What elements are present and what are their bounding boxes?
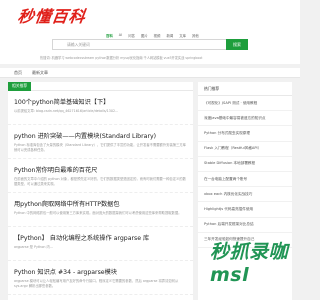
article-summary: Python 标准库包含了大量的模块（Standard Library），它们提…	[14, 143, 186, 152]
article-title[interactable]: 【Python】 自动化编程之系统操作 argparse 库	[14, 233, 187, 242]
sidebar-link[interactable]: Flask 入门教程（Restful风格API）	[198, 142, 292, 157]
search-bar: 请输入关键词 搜索	[52, 39, 248, 50]
search-tabs: 百科 AI 问答 图片 视频 新闻 文库 其他	[106, 33, 199, 38]
article-item[interactable]: python 进阶突破——内置模块(Standard Library) Pyth…	[8, 125, 193, 159]
watermark: 秒抓录咖msl	[210, 241, 289, 286]
article-item[interactable]: 【Python】 自动化编程之系统操作 argparse 库 argparse …	[8, 227, 193, 261]
sidebar-link[interactable]: 在一台电脑上配置两个账号	[198, 172, 292, 188]
sidebar-link[interactable]: 《可视化》JSAPI 测试 · 使用教程	[198, 96, 292, 112]
sidebar-link[interactable]: Python 后端开发框架对比总结	[198, 218, 292, 233]
sidebar-title: 热门推荐	[198, 82, 292, 96]
logo-text: 秒懂百科	[16, 7, 88, 26]
nav-item-latest[interactable]: 最新文章	[32, 70, 48, 76]
search-tab[interactable]: AI	[119, 33, 122, 38]
search-tab[interactable]: 问答	[128, 33, 135, 38]
sidebar-link[interactable]: 深度Java基础中最容易被遗忘的知识点	[198, 111, 292, 127]
main-nav: 首页 最新文章	[0, 68, 300, 78]
article-title[interactable]: 用python爬取网络中所有HTTP数据包	[14, 199, 187, 208]
section-header: 相关推荐	[8, 82, 193, 91]
sidebar-link[interactable]: HighlightJs 代码高亮插件使用	[198, 202, 292, 218]
hot-search-words[interactable]: 热搜词: 机器学习 webcodecsstream python数据分析 mys…	[40, 55, 270, 60]
article-title[interactable]: Python 知识点 #34 - argparse模块	[14, 267, 187, 276]
nav-item-home[interactable]: 首页	[14, 70, 22, 76]
article-item[interactable]: 100个python简单基础知识【下】 以前提给文章: blog.csdn.ne…	[8, 91, 193, 125]
sidebar-link[interactable]: Stable Diffusion 本地部署教程	[198, 157, 292, 172]
site-logo[interactable]: 秒懂百科	[16, 4, 88, 26]
sidebar-link[interactable]: Python 分布式爬虫实现原理	[198, 126, 292, 142]
search-tab[interactable]: 文库	[179, 33, 186, 38]
article-item[interactable]: Python常你明白最难的百花尺 在前面的文章中介绍的 python 对象，都是…	[8, 159, 193, 193]
article-item[interactable]: 用python爬取网络中所有HTTP数据包 Python 中的网络抓包一般可以使…	[8, 193, 193, 227]
search-input[interactable]: 请输入关键词	[52, 39, 226, 50]
article-title[interactable]: python 进阶突破——内置模块(Standard Library)	[14, 131, 187, 140]
article-summary: argparse 模块可以让人轻松编写用户友好的命令行接口。程序定义它需要的参数…	[14, 279, 179, 288]
search-button[interactable]: 搜索	[226, 39, 248, 50]
search-tab[interactable]: 新闻	[166, 33, 173, 38]
article-list: 相关推荐 100个python简单基础知识【下】 以前提给文章: blog.cs…	[8, 82, 193, 300]
sidebar-link[interactable]: xbox each 内核优化实战技巧	[198, 187, 292, 203]
article-item[interactable]: Python 知识点 #34 - argparse模块 argparse 模块可…	[8, 261, 193, 295]
article-summary: 以前提给文章: blog.csdn.net/qq_46271616/articl…	[14, 109, 119, 113]
article-summary: 在前面的文章中介绍的 python 对象，都是预先定义好的，它们的数据类型是固定…	[14, 177, 186, 186]
article-title[interactable]: 100个python简单基础知识【下】	[14, 97, 187, 106]
search-tab[interactable]: 图片	[141, 33, 148, 38]
article-title[interactable]: Python常你明白最难的百花尺	[14, 165, 187, 174]
search-tab[interactable]: 视频	[154, 33, 161, 38]
search-tab[interactable]: 其他	[192, 33, 199, 38]
search-tab[interactable]: 百科	[106, 33, 113, 38]
site-header: 秒懂百科 百科 AI 问答 图片 视频 新闻 文库 其他 请输入关键词 搜索 热…	[0, 0, 300, 64]
article-summary: argparse 是 Python 内...	[14, 245, 53, 249]
section-tag: 相关推荐	[8, 82, 32, 91]
article-summary: Python 中的网络抓包一般可以使用第三方库来实现。面对庞大的数据量我们可以考…	[14, 211, 182, 215]
